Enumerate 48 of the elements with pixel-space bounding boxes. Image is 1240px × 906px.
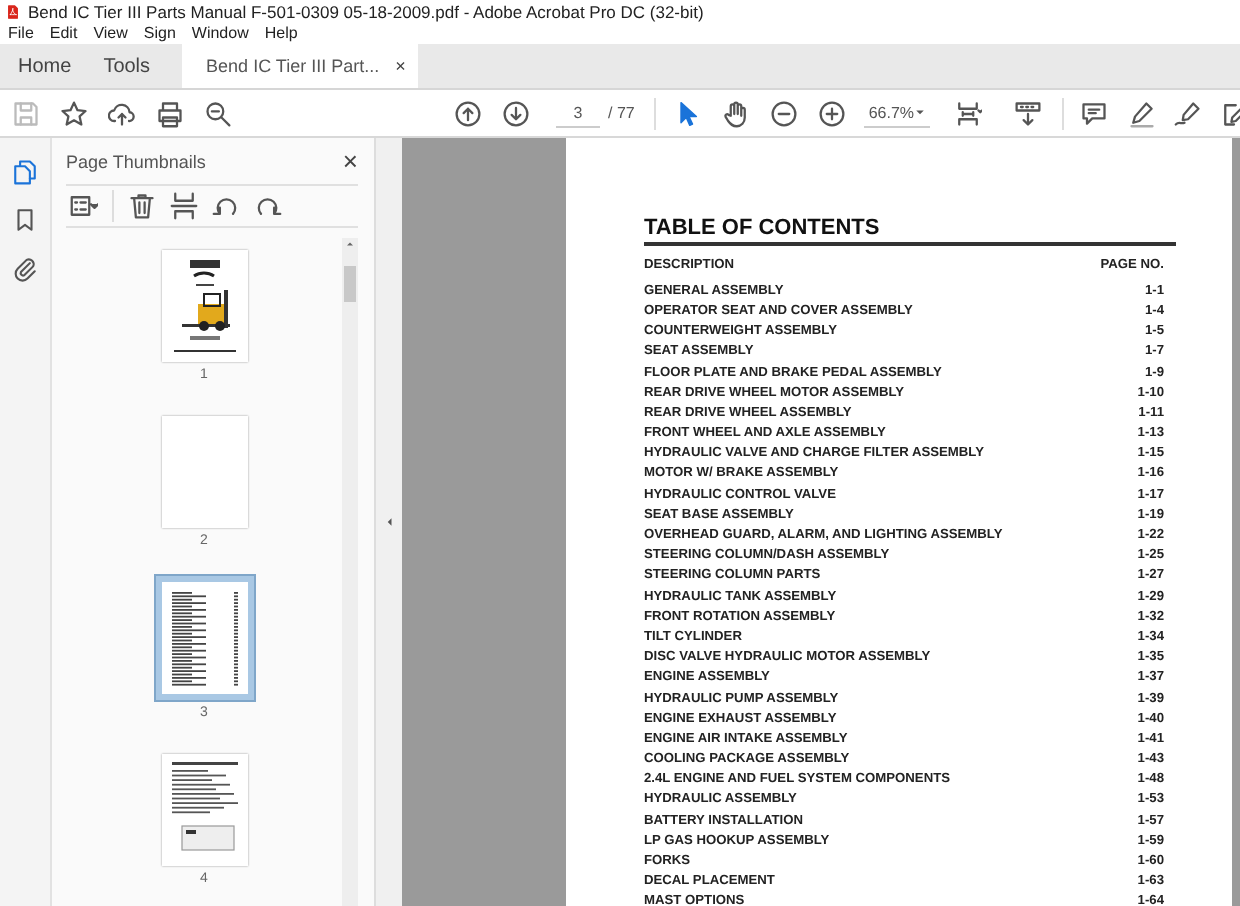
menu-item[interactable]: Sign <box>143 24 176 42</box>
window-title: Bend IC Tier III Parts Manual F-501-0309 05-18-2009.pdf - Adobe Acrobat Pro DC (32-bit) <box>28 1 704 21</box>
rotate-right-icon[interactable] <box>254 192 282 220</box>
bookmark-icon[interactable] <box>12 206 38 234</box>
zoom-out-icon[interactable] <box>770 99 799 127</box>
page-down-icon[interactable] <box>502 99 530 127</box>
star-icon[interactable] <box>60 99 88 127</box>
comment-icon[interactable] <box>1080 99 1109 127</box>
nav-tab[interactable]: Home <box>0 44 88 88</box>
scroll-up-arrow-icon[interactable] <box>344 238 356 250</box>
paperclip-icon[interactable] <box>12 254 38 282</box>
menu-item[interactable]: Help <box>264 24 298 42</box>
collapse-arrow-icon[interactable] <box>383 516 395 528</box>
close-icon[interactable]: × <box>395 56 406 76</box>
nav-tab[interactable]: Tools <box>87 44 167 88</box>
menu-item[interactable]: Window <box>191 24 249 42</box>
page-count: / 77 <box>608 104 635 122</box>
signature-pen-icon[interactable] <box>1174 99 1203 127</box>
fit-page-icon[interactable] <box>954 99 983 127</box>
pen-icon[interactable] <box>1128 99 1157 127</box>
zoom-dropdown[interactable]: 66.7% <box>864 99 931 127</box>
scrollbar-thumb[interactable] <box>344 266 356 302</box>
document-heading: TABLE OF CONTENTS <box>644 216 1176 246</box>
print-icon[interactable] <box>156 99 184 127</box>
page-thumbnail[interactable] <box>161 582 247 694</box>
panel-title: Page Thumbnails <box>66 151 206 171</box>
page-thumbnail[interactable] <box>161 416 247 528</box>
close-button[interactable]: × <box>342 146 358 176</box>
menu-item[interactable]: File <box>8 24 34 42</box>
page-thumbnail[interactable] <box>161 754 247 866</box>
caret-icon <box>914 106 927 118</box>
menu-item[interactable]: Edit <box>49 24 78 42</box>
cloud-upload-icon[interactable] <box>108 99 136 127</box>
insert-page-icon[interactable] <box>170 192 198 220</box>
edit-icon[interactable] <box>1220 99 1240 127</box>
options-icon[interactable] <box>70 192 98 220</box>
trash-icon[interactable] <box>128 192 156 220</box>
hand-icon[interactable] <box>722 99 751 127</box>
scroll-mode-icon[interactable] <box>1014 99 1043 127</box>
search-icon[interactable] <box>204 99 232 127</box>
zoom-in-icon[interactable] <box>818 99 847 127</box>
rotate-left-icon[interactable] <box>212 192 240 220</box>
page-thumbnail[interactable] <box>161 250 247 362</box>
pages-icon[interactable] <box>12 158 38 186</box>
page-up-icon[interactable] <box>454 99 482 127</box>
document-tab[interactable]: Bend IC Tier III Part... × <box>182 44 418 88</box>
menu-item[interactable]: View <box>93 24 128 42</box>
cursor-icon[interactable] <box>674 99 703 127</box>
